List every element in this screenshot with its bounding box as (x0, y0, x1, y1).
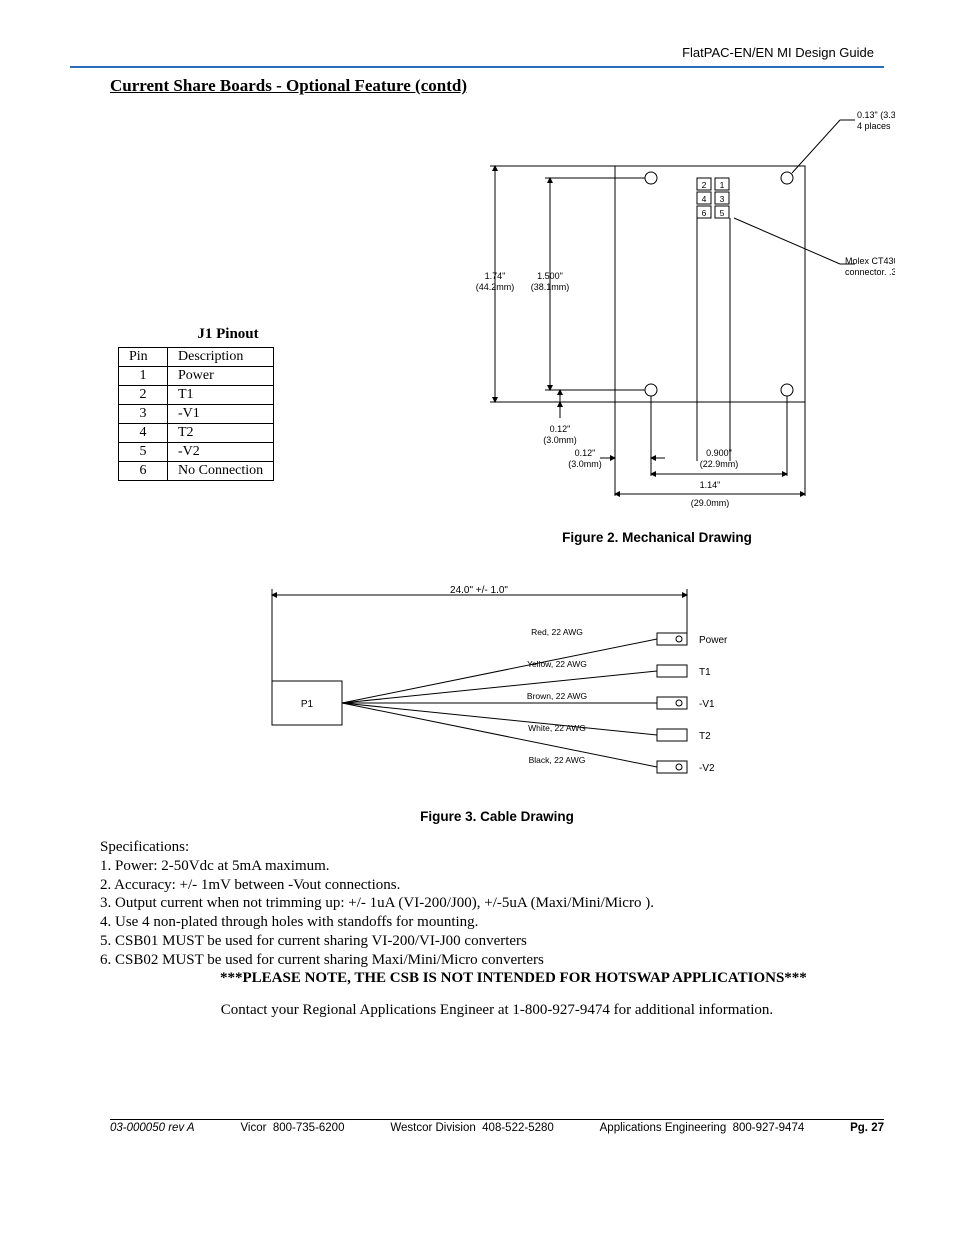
table-row: 2T1 (119, 386, 274, 405)
pin-cell: 2 (119, 386, 168, 405)
specs-heading: Specifications: (100, 838, 884, 857)
specifications-block: Specifications: 1. Power: 2-50Vdc at 5mA… (100, 838, 884, 988)
specs-note: ***PLEASE NOTE, THE CSB IS NOT INTENDED … (220, 969, 884, 988)
mechanical-drawing: 2 1 4 3 6 5 1.74" (44.2mm) 1.500" (38.1m… (335, 96, 895, 526)
wire-label: Yellow, 22 AWG (527, 659, 587, 669)
pinout-title: J1 Pinout (146, 326, 310, 343)
term-label: T2 (699, 731, 711, 742)
term-label: -V2 (699, 763, 715, 774)
section-title: Current Share Boards - Optional Feature … (0, 68, 954, 96)
dim-1500: 1.500" (537, 271, 563, 281)
pin-cell: 3 (119, 405, 168, 424)
footer-vicor-lbl: Vicor (240, 1122, 266, 1134)
table-row: 6No Connection (119, 462, 274, 481)
pin-cell: 1 (119, 367, 168, 386)
wire-label: Brown, 22 AWG (527, 691, 587, 701)
mech-pin-1: 1 (720, 180, 725, 190)
footer-page: Pg. 27 (850, 1122, 884, 1134)
footer-westcor-tel: 408-522-5280 (482, 1122, 554, 1134)
desc-cell: No Connection (168, 462, 274, 481)
cable-length: 24.0" +/- 1.0" (450, 585, 508, 596)
spec-item: 5. CSB01 MUST be used for current sharin… (100, 932, 884, 951)
dim-012a: 0.12" (550, 424, 571, 434)
mech-pin-3: 3 (720, 194, 725, 204)
dim-1500mm: (38.1mm) (531, 282, 570, 292)
term-label: T1 (699, 667, 711, 678)
term-label: -V1 (699, 699, 715, 710)
spec-item: 6. CSB02 MUST be used for current sharin… (100, 951, 884, 970)
dim-0900: 0.900" (706, 448, 732, 458)
footer-rev: 03-000050 rev A (110, 1122, 195, 1134)
dim-012amm: (3.0mm) (543, 435, 577, 445)
pin-cell: 6 (119, 462, 168, 481)
pinout-table-block: J1 Pinout Pin Description 1Power 2T1 3-V… (110, 326, 310, 481)
wire-label: Black, 22 AWG (529, 755, 586, 765)
dim-174mm: (44.2mm) (476, 282, 515, 292)
desc-cell: Power (168, 367, 274, 386)
table-row: 4T2 (119, 424, 274, 443)
dim-012bmm: (3.0mm) (568, 459, 602, 469)
note-hole: 0.13" (3.3mm) Dia Non Plated thru hole 4… (857, 110, 895, 133)
footer-appeng-tel: 800-927-9474 (733, 1122, 805, 1134)
wire-label: Red, 22 AWG (531, 627, 583, 637)
contact-line: Contact your Regional Applications Engin… (110, 1002, 884, 1019)
cable-drawing: 24.0" +/- 1.0" P1 Red, 22 AWG Yellow, 22… (217, 581, 777, 801)
dim-012b: 0.12" (575, 448, 596, 458)
dim-114: 1.14" (700, 480, 721, 490)
footer-westcor-lbl: Westcor Division (390, 1122, 475, 1134)
spec-item: 3. Output current when not trimming up: … (100, 894, 884, 913)
table-row: 5-V2 (119, 443, 274, 462)
figure-3-caption: Figure 3. Cable Drawing (110, 809, 884, 824)
dim-114mm: (29.0mm) (691, 498, 730, 508)
note-molex: Molex CT43045F surface mountable connect… (845, 256, 895, 279)
table-row: Pin Description (119, 348, 274, 367)
term-label: Power (699, 635, 728, 646)
col-pin: Pin (119, 348, 168, 367)
dim-174: 1.74" (485, 271, 506, 281)
table-row: 1Power (119, 367, 274, 386)
desc-cell: -V2 (168, 443, 274, 462)
table-row: 3-V1 (119, 405, 274, 424)
pinout-table: Pin Description 1Power 2T1 3-V1 4T2 5-V2… (118, 347, 274, 481)
dim-0900mm: (22.9mm) (700, 459, 739, 469)
page-footer: 03-000050 rev A Vicor 800-735-6200 Westc… (110, 1119, 884, 1134)
spec-item: 1. Power: 2-50Vdc at 5mA maximum. (100, 857, 884, 876)
footer-vicor-tel: 800-735-6200 (273, 1122, 345, 1134)
mech-pin-2: 2 (702, 180, 707, 190)
spec-item: 4. Use 4 non-plated through holes with s… (100, 913, 884, 932)
figure-2-caption: Figure 2. Mechanical Drawing (430, 530, 884, 545)
desc-cell: T2 (168, 424, 274, 443)
pin-cell: 4 (119, 424, 168, 443)
desc-cell: T1 (168, 386, 274, 405)
mech-pin-6: 6 (702, 208, 707, 218)
mech-pin-4: 4 (702, 194, 707, 204)
mech-pin-5: 5 (720, 208, 725, 218)
wire-label: White, 22 AWG (528, 723, 586, 733)
spec-item: 2. Accuracy: +/- 1mV between -Vout conne… (100, 876, 884, 895)
cable-p1: P1 (301, 699, 314, 710)
pin-cell: 5 (119, 443, 168, 462)
footer-appeng-lbl: Applications Engineering (600, 1122, 727, 1134)
col-desc: Description (168, 348, 274, 367)
desc-cell: -V1 (168, 405, 274, 424)
page-header: FlatPAC-EN/EN MI Design Guide (0, 0, 954, 66)
